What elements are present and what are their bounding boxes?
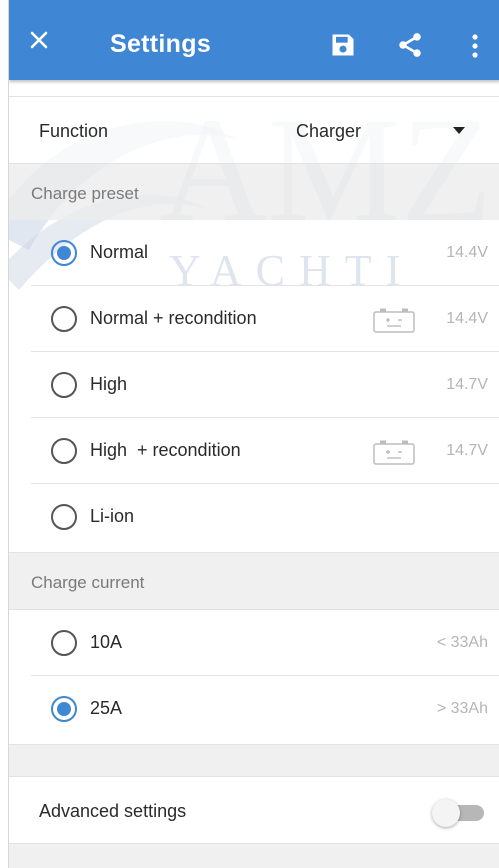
preset-option-normal-recondition[interactable]: Normal + recondition 14.4V xyxy=(9,286,499,352)
preset-option-li-ion[interactable]: Li-ion xyxy=(9,484,499,550)
radio-high-recondition[interactable] xyxy=(51,438,77,464)
option-label: Normal xyxy=(90,242,149,262)
share-icon[interactable] xyxy=(396,31,424,59)
advanced-settings-row[interactable]: Advanced settings xyxy=(9,776,499,844)
close-icon[interactable] xyxy=(27,28,51,52)
radio-normal[interactable] xyxy=(51,240,77,266)
option-label: Normal + recondition xyxy=(90,308,257,328)
charge-current-header: Charge current xyxy=(9,552,499,610)
radio-10a[interactable] xyxy=(51,630,77,656)
option-label: 10A xyxy=(90,632,123,652)
radio-li-ion[interactable] xyxy=(51,504,77,530)
function-row: Function Charger xyxy=(9,96,499,164)
save-icon[interactable] xyxy=(329,31,357,59)
section-spacer xyxy=(9,744,499,776)
more-vert-icon[interactable] xyxy=(467,33,483,59)
function-value: Charger xyxy=(296,121,362,141)
app-bar: Settings xyxy=(9,0,499,80)
charge-preset-header: Charge preset xyxy=(9,164,499,220)
option-label: High xyxy=(90,374,128,394)
toggle-thumb xyxy=(432,799,460,827)
option-capacity: > 33Ah xyxy=(436,700,488,717)
page-title: Settings xyxy=(110,30,212,58)
option-voltage: 14.4V xyxy=(446,310,488,327)
radio-25a[interactable] xyxy=(51,696,77,722)
charge-preset-title: Charge preset xyxy=(31,184,139,203)
preset-option-high[interactable]: High 14.7V xyxy=(9,352,499,418)
dropdown-caret-icon xyxy=(453,127,465,134)
settings-content: Function Charger Charge preset Normal 14… xyxy=(9,80,499,868)
function-select[interactable]: Charger xyxy=(279,97,491,163)
current-option-25a[interactable]: 25A > 33Ah xyxy=(9,676,499,742)
option-voltage: 14.4V xyxy=(446,244,488,261)
current-option-10a[interactable]: 10A < 33Ah xyxy=(9,610,499,676)
function-label: Function xyxy=(39,121,109,141)
advanced-settings-toggle[interactable] xyxy=(432,799,488,827)
radio-high[interactable] xyxy=(51,372,77,398)
advanced-settings-label: Advanced settings xyxy=(39,801,187,821)
option-voltage: 14.7V xyxy=(446,442,488,459)
bottom-spacer xyxy=(9,844,499,868)
charge-current-title: Charge current xyxy=(31,573,145,592)
preset-option-high-recondition[interactable]: High + recondition 14.7V xyxy=(9,418,499,484)
app-screen: Settings AMZ YACHTI Function Charger xyxy=(8,0,499,868)
option-voltage: 14.7V xyxy=(446,376,488,393)
option-label: 25A xyxy=(90,698,123,718)
radio-normal-recondition[interactable] xyxy=(51,306,77,332)
preset-option-normal[interactable]: Normal 14.4V xyxy=(9,220,499,286)
option-label: High + recondition xyxy=(90,440,241,460)
battery-recondition-icon xyxy=(373,308,415,333)
battery-recondition-icon xyxy=(373,440,415,465)
option-capacity: < 33Ah xyxy=(436,634,488,651)
option-label: Li-ion xyxy=(90,506,135,526)
